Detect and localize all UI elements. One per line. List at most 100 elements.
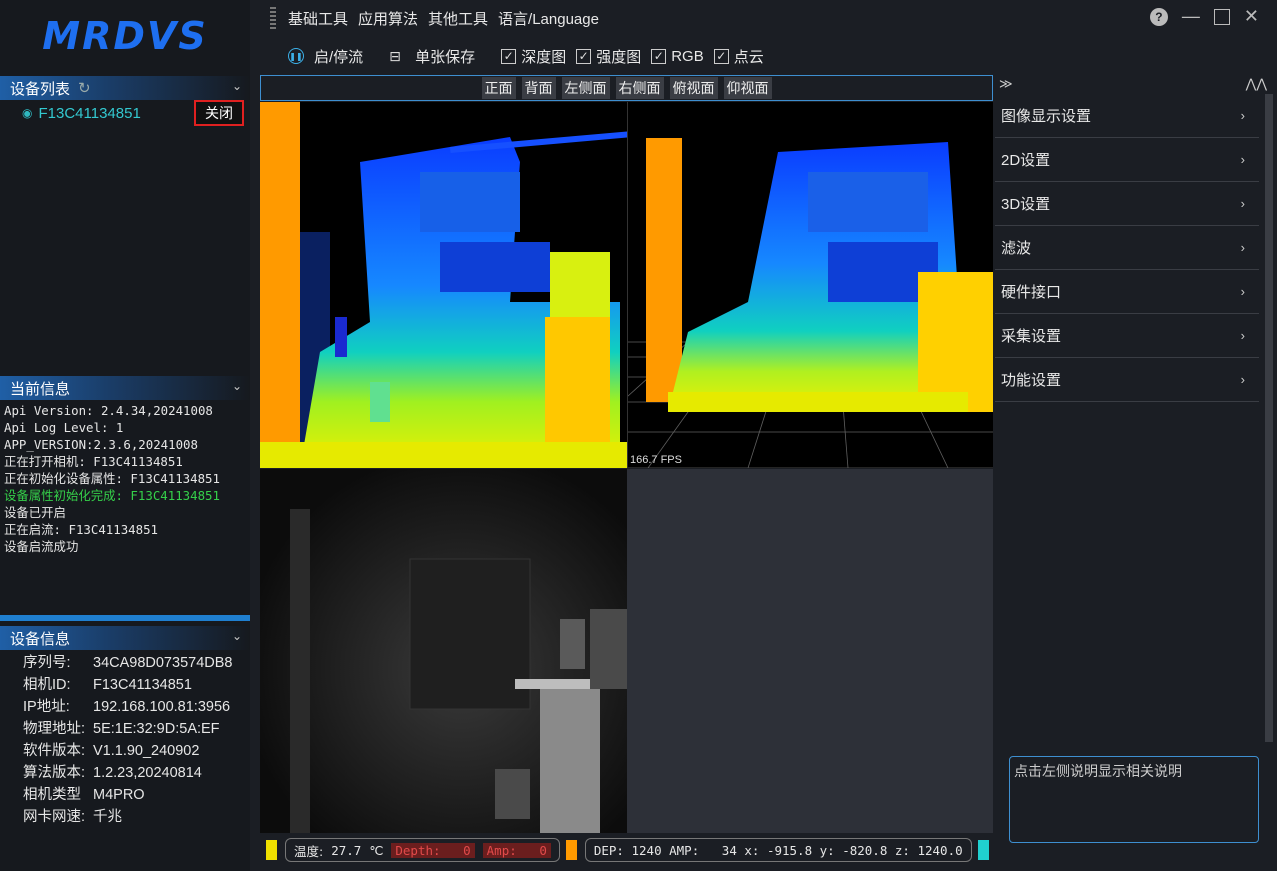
current-info-header[interactable]: 当前信息 ⌄ [0,376,250,400]
depth-color-swatch [266,840,277,860]
log-output: Api Version: 2.4.34,20241008 Api Log Leve… [4,402,250,555]
chevron-right-icon: › [1240,328,1245,343]
check-icon: ✓ [576,48,592,64]
device-info-row: 相机ID: F13C41134851 [23,674,248,696]
view-front-button[interactable]: 正面 [481,77,516,99]
device-info-key: 相机ID: [23,677,71,693]
settings-item-label: 3D设置 [1001,196,1051,213]
log-line: Api Log Level: 1 [4,420,124,435]
device-info-title: 设备信息 [10,630,71,648]
save-single-button[interactable]: ⊟ 单张保存 [389,46,475,67]
depth-value: 0 [463,842,471,858]
settings-item-label: 滤波 [1001,240,1032,257]
settings-item-label: 图像显示设置 [1001,108,1092,125]
checkbox-intensity-label: 强度图 [596,48,642,66]
checkbox-depth[interactable]: ✓ 深度图 [501,46,566,67]
chevron-right-icon: › [1240,240,1245,255]
fps-readout: 166.7 FPS [630,454,682,466]
device-info-value: F13C41134851 [93,677,192,693]
view-top-button[interactable]: 俯视面 [669,77,718,99]
amp-tag: Amp: 0 [482,842,551,858]
menu-algorithms[interactable]: 应用算法 [358,8,418,29]
start-stop-button[interactable]: ❚❚ 启/停流 [288,46,363,67]
close-icon[interactable]: ✕ [1244,6,1259,27]
settings-scrollbar[interactable] [1265,94,1273,742]
chevron-down-icon[interactable]: ⌄ [232,79,242,93]
depth-tag: Depth: 0 [391,842,475,858]
device-info-key: IP地址: [23,699,70,715]
log-line: 正在打开相机: F13C41134851 [4,454,183,469]
device-info-list: 序列号: 34CA98D073574DB8 相机ID: F13C41134851 IP地… [23,652,248,828]
settings-item[interactable]: 采集设置 › [995,314,1259,358]
device-info-header[interactable]: 设备信息 ⌄ [0,626,250,650]
right-panel: ≫ ⋀⋀ 图像显示设置 › 2D设置 › 3D设置 › 滤波 › 硬件接口 › 采集设置 › 功能设置 ›… [995,76,1277,871]
save-icon: ⊟ [389,48,401,64]
close-device-button[interactable]: 关闭 [194,100,244,126]
device-info-row: 网卡网速: 千兆 [23,806,248,828]
view-left-button[interactable]: 左侧面 [561,77,610,99]
window-controls: ? — ✕ [1149,6,1259,27]
amp-value: 0 [539,842,547,858]
chevron-right-icon: › [1240,108,1245,123]
chevron-down-icon[interactable]: ⌄ [232,379,242,393]
log-line: 设备启流成功 [4,539,79,554]
settings-item[interactable]: 滤波 › [995,226,1259,270]
checkbox-depth-label: 深度图 [521,48,567,66]
readout-group: DEP: 1240 AMP: 34 x: -915.8 y: -820.8 z:… [584,838,972,862]
save-single-label: 单张保存 [415,48,476,66]
depth-image-view[interactable] [260,102,627,468]
pixel-readout: DEP: 1240 AMP: 34 x: -915.8 y: -820.8 z:… [593,842,963,858]
device-info-key: 相机类型 [23,787,81,803]
device-info-value: 千兆 [93,809,122,825]
section-divider [0,615,250,621]
settings-item[interactable]: 2D设置 › [995,138,1259,182]
temperature-group: 温度: 27.7 ℃ Depth: 0 Amp: 0 [285,838,560,862]
expand-all-icon[interactable]: ⋀⋀ [1246,76,1267,94]
chevron-right-icon: › [1240,284,1245,299]
menu-language[interactable]: 语言/Language [498,8,599,29]
settings-item[interactable]: 功能设置 › [995,358,1259,402]
menu-other-tools[interactable]: 其他工具 [428,8,488,29]
device-info-row: 物理地址: 5E:1E:32:9D:5A:EF [23,718,248,740]
chevron-right-icon: › [1240,152,1245,167]
minimize-icon[interactable]: — [1182,6,1200,27]
pause-icon: ❚❚ [288,48,304,64]
settings-item[interactable]: 硬件接口 › [995,270,1259,314]
settings-item[interactable]: 3D设置 › [995,182,1259,226]
checkbox-rgb-label: RGB [671,47,704,65]
settings-list: 图像显示设置 › 2D设置 › 3D设置 › 滤波 › 硬件接口 › 采集设置 › 功能设置 › [995,94,1277,402]
device-info-value: M4PRO [93,787,145,803]
logo-text: MRDVS [42,14,208,58]
view-back-button[interactable]: 背面 [521,77,556,99]
checkbox-pointcloud[interactable]: ✓ 点云 [713,46,764,67]
refresh-icon[interactable]: ↻ [78,79,91,97]
device-info-row: 序列号: 34CA98D073574DB8 [23,652,248,674]
point-cloud-view[interactable]: 166.7 FPS [627,102,993,468]
device-info-key: 网卡网速: [23,809,86,825]
chevron-right-icon: › [1240,196,1245,211]
grip-icon[interactable] [270,7,276,29]
view-bottom-button[interactable]: 仰视面 [723,77,772,99]
rgb-image-view[interactable] [627,469,993,833]
maximize-icon[interactable] [1213,8,1230,25]
menu-basic-tools[interactable]: 基础工具 [288,8,348,29]
help-text-box: 点击左侧说明显示相关说明 [1009,756,1259,843]
check-icon: ✓ [713,48,729,64]
device-info-key: 软件版本: [23,743,86,759]
point-cloud-image [628,138,993,468]
checkbox-intensity[interactable]: ✓ 强度图 [576,46,641,67]
device-info-key: 物理地址: [23,721,86,737]
settings-item-label: 功能设置 [1001,372,1062,389]
cloud-color-swatch [977,840,989,860]
collapse-panel-icon[interactable]: ≫ [999,76,1013,94]
device-info-value: 192.168.100.81:3956 [93,699,231,715]
device-list-header[interactable]: 设备列表 ↻ ⌄ [0,76,250,100]
intensity-image [260,469,627,833]
settings-item[interactable]: 图像显示设置 › [995,94,1259,138]
view-right-button[interactable]: 右侧面 [615,77,664,99]
help-icon[interactable]: ? [1149,7,1168,26]
chevron-down-icon[interactable]: ⌄ [232,629,242,643]
intensity-image-view[interactable] [260,469,627,833]
checkbox-rgb[interactable]: ✓ RGB [651,48,704,65]
amp-label: Amp: [486,842,517,858]
